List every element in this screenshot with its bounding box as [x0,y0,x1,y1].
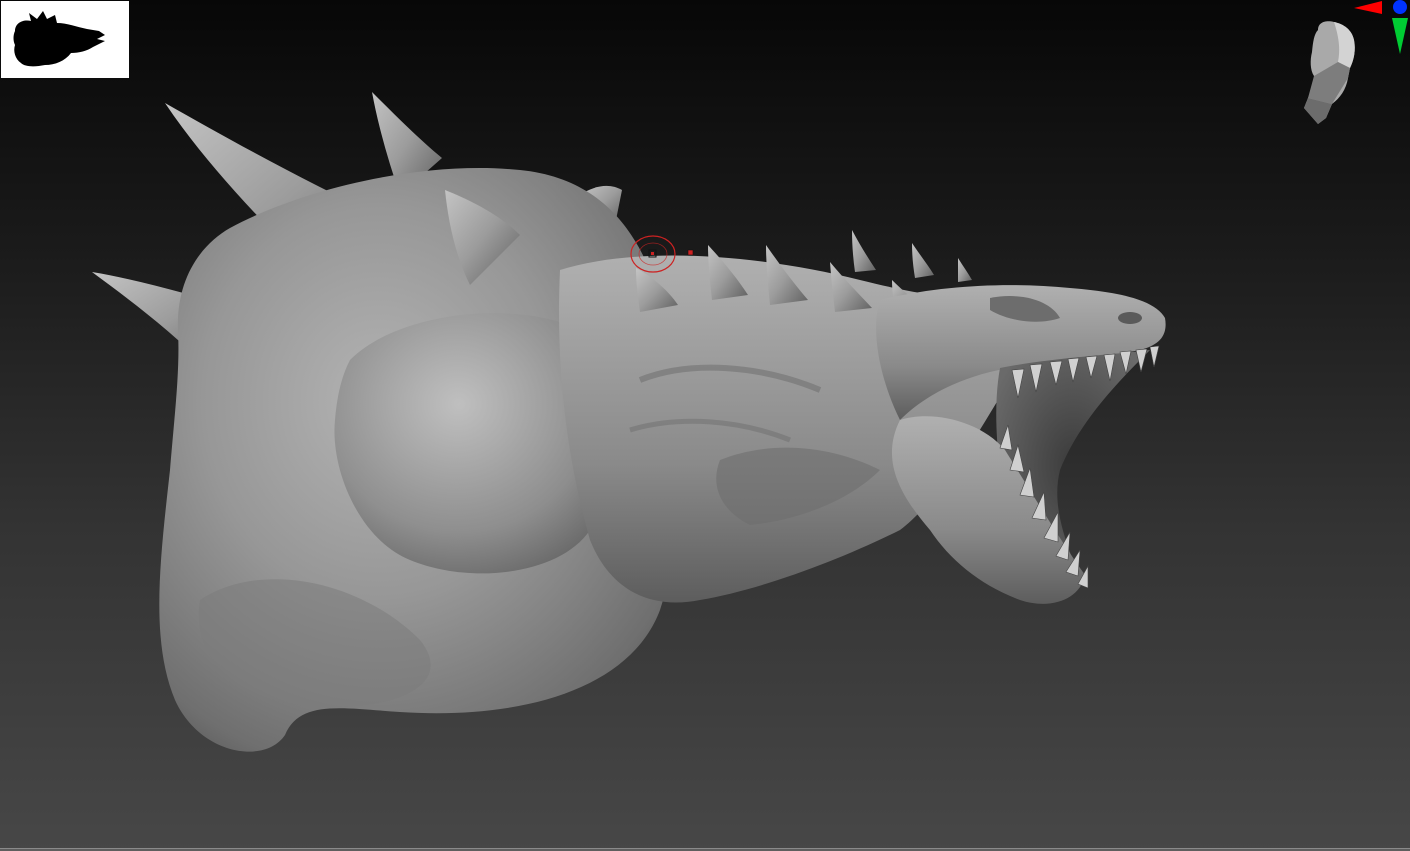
nostril [1118,312,1142,324]
x-axis-arrow [1354,1,1382,14]
brush-mirror-point [687,249,694,256]
spike [958,258,972,282]
brush-cursor[interactable] [626,232,698,274]
z-axis-dot [1393,0,1407,14]
silhouette-thumbnail[interactable] [1,1,129,78]
model-silhouette-icon [13,11,105,67]
head-orientation-icon [1304,21,1355,124]
dragon-bust-model[interactable] [92,92,1166,752]
spike [912,243,934,278]
spike [852,230,876,272]
orientation-gizmo[interactable] [1296,0,1410,125]
3d-viewport[interactable] [0,0,1410,848]
y-axis-arrow [1392,18,1408,54]
axis-arrows-icon [1354,0,1408,54]
